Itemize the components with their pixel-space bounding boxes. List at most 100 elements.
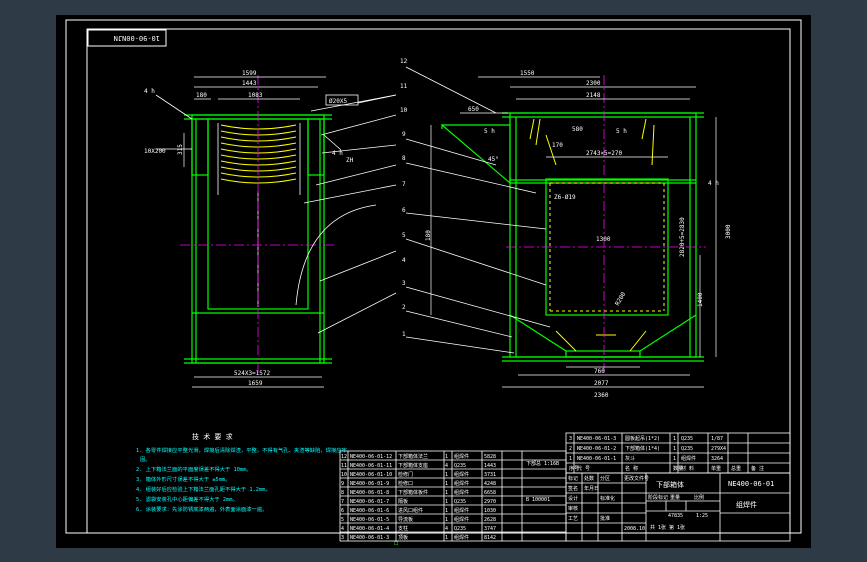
bom-upper-cell: 3: [569, 436, 572, 442]
bom-left-cell: 进风口组件: [398, 507, 423, 514]
bom-upper-cell: Q235: [681, 436, 693, 442]
note-4h-top: 4 h: [144, 88, 155, 95]
front-dims: [183, 76, 326, 388]
side-hopper-right: [639, 314, 697, 352]
bom-left-cell: 4: [445, 526, 448, 532]
bom-left-cell: NE400-06-01-8: [350, 490, 389, 496]
side-dims: [430, 76, 717, 388]
bom-left-cell: NE400-06-01-9: [350, 481, 389, 487]
bom-upper-cell: 圆板起吊(1*2): [625, 435, 660, 442]
bom-left-cell: NE400-06-01-3: [350, 535, 389, 541]
bom-upper-header: 备 注: [751, 465, 764, 472]
bom-left-cell: 导流板: [398, 516, 413, 523]
side-dim-170: 170: [552, 142, 563, 149]
title-row-2: 分区: [600, 475, 610, 482]
bom-left-cell: 5: [341, 517, 344, 523]
bom-left-cell: 组焊件: [454, 534, 469, 541]
bom-left-cell: 下部箱体法兰: [398, 453, 428, 460]
bom-upper-cell: 1/87: [711, 436, 723, 442]
title-stage-0: 阶段标记: [648, 494, 668, 501]
side-dim-650: 650: [468, 106, 479, 113]
title-stage-2: 比例: [694, 494, 704, 501]
bom-left-cell: NE400-06-01-12: [350, 454, 392, 460]
title-row-6: 设计: [568, 495, 578, 502]
side-dim-2148: 2148: [586, 92, 601, 99]
bom-left-cell: 1: [445, 481, 448, 487]
side-outlet: [565, 350, 641, 358]
bom-left-cell: 组焊件: [454, 507, 469, 514]
balloon-10: 10: [400, 107, 408, 114]
front-top-box-left: [191, 118, 209, 176]
bom-left-cell: 1443: [484, 463, 496, 469]
title-sheet: 共 1张 第 1张: [650, 524, 685, 531]
dim-1083: 1083: [248, 92, 263, 99]
title-row-9: 工艺: [568, 516, 578, 522]
bom-left-cell: 检修门: [398, 471, 413, 478]
balloon-6: 6: [402, 207, 406, 214]
side-dim-760: 760: [594, 368, 605, 375]
bom-left-cell: 11: [341, 463, 347, 469]
side-note-4h: 4 h: [708, 180, 719, 187]
bom-left-cell: 1: [445, 517, 448, 523]
bom-upper-cell: Q235: [681, 446, 693, 452]
bom-left-cell: 组焊件: [454, 489, 469, 496]
bom-upper-header: 名 称: [625, 465, 638, 472]
bom-left-cell: 1: [445, 508, 448, 514]
side-dim-2360: 2360: [594, 392, 609, 399]
tech-note-line-4: 4. 组装好后应检验上下箱法兰面孔距不得大于 1.2mm。: [136, 485, 271, 493]
tech-note-line-3: 3. 箱体外形尺寸误差不得大于 ±5mm。: [136, 475, 230, 483]
bom-left-cell: 4248: [484, 481, 496, 487]
title-date: 2008.10: [624, 526, 645, 532]
bom-upper-header: 单重: [711, 465, 721, 472]
title-row-0: 标记: [568, 475, 578, 482]
bom-left-cell: 1030: [484, 508, 496, 514]
tech-notes-title: 技 术 要 求: [192, 432, 233, 441]
bom-left-cell: 3731: [484, 472, 496, 478]
bom-left-cell: 组焊件: [454, 516, 469, 523]
balloon-5: 5: [402, 232, 406, 239]
bom-upper-cell: 组焊件: [681, 455, 696, 462]
bom-upper-cell: 279X4: [711, 446, 726, 452]
title-part-type: 组焊件: [736, 500, 757, 509]
bom-left-cell: 6658: [484, 490, 496, 496]
side-dim-1300: 1300: [596, 236, 611, 243]
dim-180: 180: [196, 92, 207, 99]
balloon-8: 8: [402, 155, 406, 162]
bom-upper-cell: 下部箱体(1*4): [625, 445, 660, 452]
side-note-45: 45°: [488, 156, 499, 163]
bom-left-cell: 8: [341, 490, 344, 496]
balloon-leaders: [303, 94, 397, 334]
side-dim-r200: R200: [614, 291, 627, 307]
bom-left-cell: 4: [445, 463, 448, 469]
side-dim-2820: 2820+5=2830: [679, 217, 686, 257]
bom-left-cell: 3: [341, 535, 344, 541]
tech-note-line-1: 固。: [140, 456, 151, 463]
title-weight: 47835: [668, 513, 683, 519]
cad-viewport[interactable]: 10-90-00NJN 1599 1443 1083 180 315 524X3…: [56, 15, 811, 548]
bom-left-cell: Q235: [454, 463, 466, 469]
front-view: 1599 1443 1083 180 3 1 5 524X3=1572 1659 4…: [144, 58, 408, 388]
side-dim-2743: 2743×5=270: [586, 150, 623, 157]
balloon-3: 3: [402, 280, 406, 287]
bom-left-cell: 1: [445, 454, 448, 460]
bom-upper-cell: 2: [569, 446, 572, 452]
front-filter-bags: [220, 124, 297, 184]
title-row-10: 批准: [600, 515, 610, 522]
callout-tag: Ø20X5: [329, 98, 347, 105]
balloon-1: 1: [402, 331, 406, 338]
bom-left-cell: 9: [341, 481, 344, 487]
side-centerlines: [506, 75, 706, 375]
bom-left-cell: 3747: [484, 526, 496, 532]
tech-notes: 技 术 要 求 1. 各零件焊接应平整光滑，焊接后清除焊渣，平整，不得有气孔、夹…: [136, 432, 347, 513]
title-row-4: 签名: [568, 485, 578, 492]
cad-drawing: 10-90-00NJN 1599 1443 1083 180 315 524X3…: [65, 19, 802, 547]
bom-left-cell: 7: [341, 499, 344, 505]
bom-left-cell: NE400-06-01-11: [350, 463, 392, 469]
side-dim-2077: 2077: [594, 380, 609, 387]
bom-left-cell: 顶板: [398, 534, 408, 541]
note-zh: ZH: [346, 157, 354, 164]
bom-left-cell: 8142: [484, 535, 496, 541]
bom-left-cell: 组焊件: [454, 471, 469, 478]
bom-upper-cell: 1: [569, 456, 572, 462]
dim-1599: 1599: [242, 70, 257, 77]
